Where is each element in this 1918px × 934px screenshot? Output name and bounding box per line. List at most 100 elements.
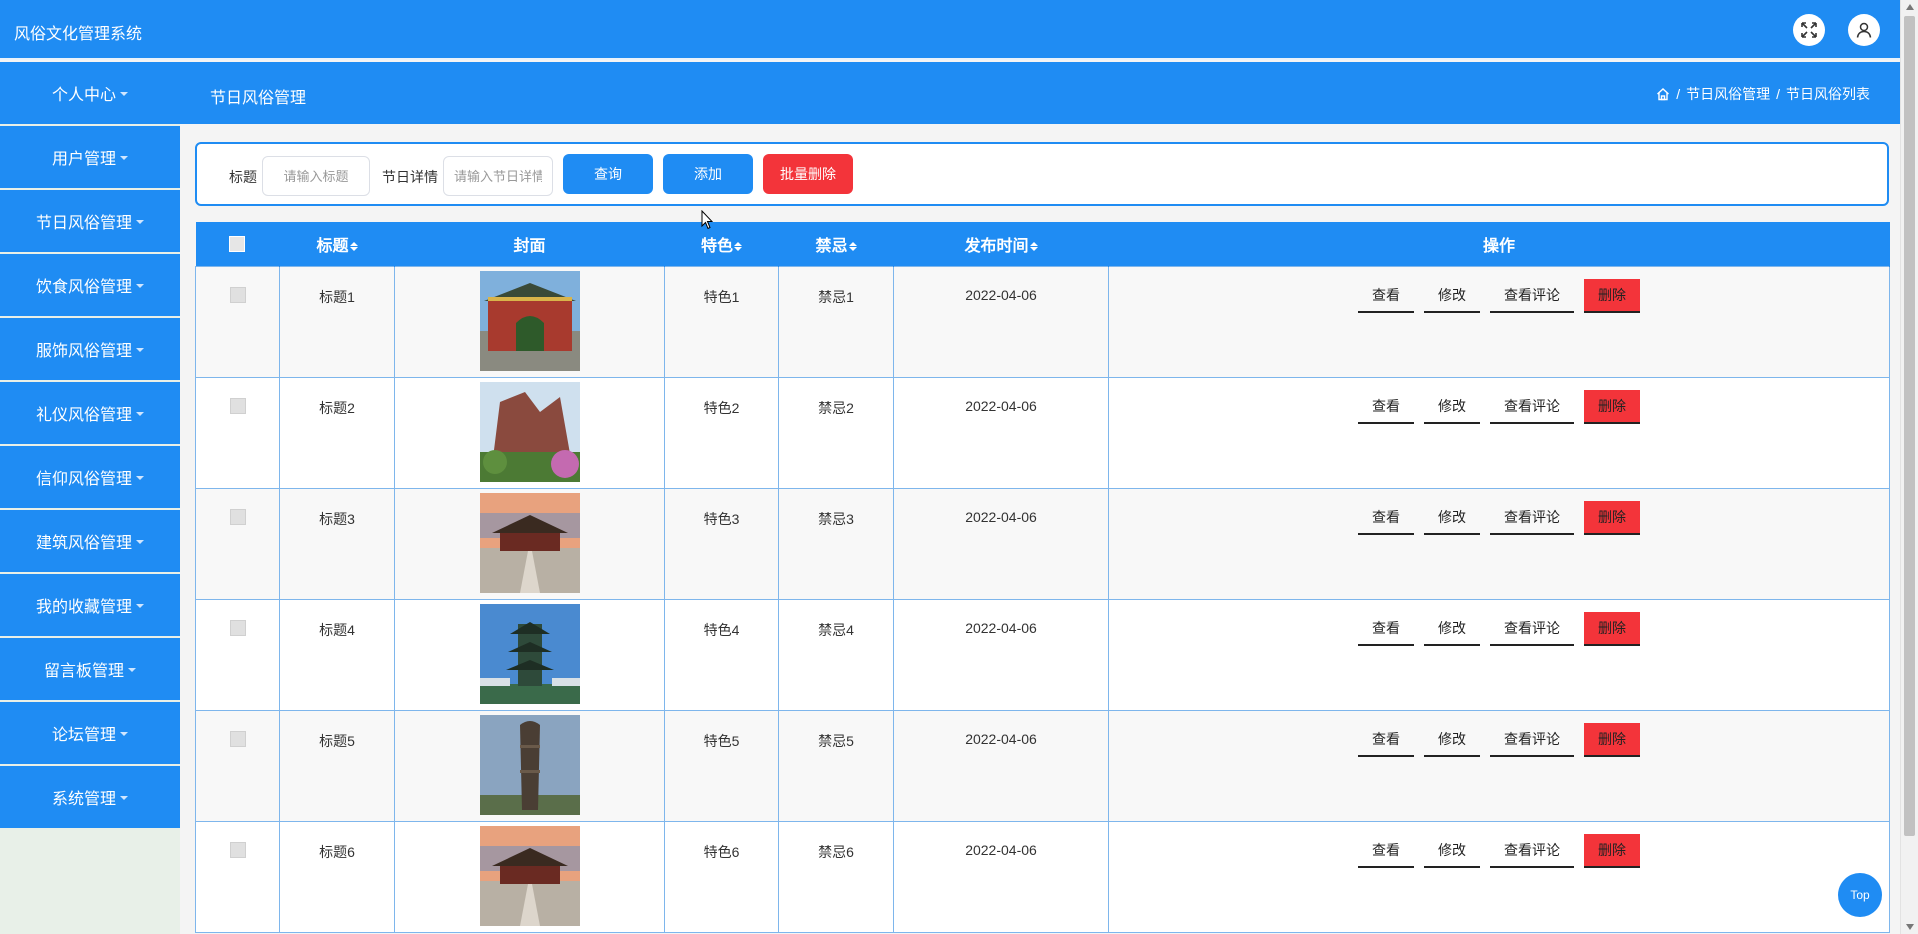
edit-button[interactable]: 修改 — [1424, 611, 1480, 646]
column-header-title[interactable]: 标题 — [279, 222, 395, 266]
sidebar-item-etiquette-customs[interactable]: 礼仪风俗管理 — [0, 382, 180, 444]
scroll-down-icon[interactable] — [1906, 924, 1914, 930]
view-comments-button[interactable]: 查看评论 — [1490, 389, 1574, 424]
sidebar-item-user-management[interactable]: 用户管理 — [0, 126, 180, 188]
sidebar-item-forum[interactable]: 论坛管理 — [0, 702, 180, 764]
cover-cell — [394, 598, 665, 711]
actions-cell: 查看 修改 查看评论 删除 — [1108, 709, 1890, 822]
delete-button[interactable]: 删除 — [1584, 500, 1640, 535]
column-header-label: 发布时间 — [964, 237, 1029, 255]
edit-button[interactable]: 修改 — [1424, 500, 1480, 535]
sidebar-item-belief-customs[interactable]: 信仰风俗管理 — [0, 446, 180, 508]
view-button[interactable]: 查看 — [1358, 722, 1414, 757]
edit-button[interactable]: 修改 — [1424, 278, 1480, 313]
view-comments-button[interactable]: 查看评论 — [1490, 833, 1574, 868]
view-button[interactable]: 查看 — [1358, 833, 1414, 868]
batch-delete-button[interactable]: 批量删除 — [763, 154, 853, 194]
sidebar-item-diet-customs[interactable]: 饮食风俗管理 — [0, 254, 180, 316]
view-comments-button[interactable]: 查看评论 — [1490, 278, 1574, 313]
delete-button[interactable]: 删除 — [1584, 278, 1640, 313]
scrollbar-thumb[interactable] — [1904, 16, 1915, 836]
title-search-input[interactable] — [262, 156, 370, 196]
festival-table: 标题 封面 特色 禁忌 发布时间 操作 标题1 特色1 禁忌1 2022-04-… — [195, 222, 1890, 933]
delete-button[interactable]: 删除 — [1584, 833, 1640, 868]
sidebar-item-label: 节日风俗管理 — [35, 215, 132, 232]
page-scrollbar[interactable] — [1900, 0, 1918, 934]
cover-image[interactable] — [479, 381, 580, 482]
sidebar-item-system[interactable]: 系统管理 — [0, 766, 180, 828]
date-cell: 2022-04-06 — [893, 487, 1109, 600]
edit-button[interactable]: 修改 — [1424, 722, 1480, 757]
view-button[interactable]: 查看 — [1358, 389, 1414, 424]
column-header-actions: 操作 — [1108, 222, 1890, 266]
cover-cell — [394, 709, 665, 822]
sort-icon[interactable] — [349, 242, 358, 252]
cover-image[interactable] — [479, 714, 580, 815]
cover-image[interactable] — [479, 603, 580, 704]
row-select-cell — [195, 709, 280, 822]
search-form: 标题 节日详情 查询 添加 批量删除 — [195, 142, 1889, 206]
chevron-down-icon — [136, 348, 144, 352]
feature-cell: 特色6 — [664, 820, 779, 933]
view-comments-button[interactable]: 查看评论 — [1490, 500, 1574, 535]
feature-cell: 特色3 — [664, 487, 779, 600]
row-checkbox[interactable] — [229, 730, 246, 747]
feature-cell: 特色5 — [664, 709, 779, 822]
title-cell: 标题5 — [279, 709, 395, 822]
view-comments-button[interactable]: 查看评论 — [1490, 722, 1574, 757]
edit-button[interactable]: 修改 — [1424, 389, 1480, 424]
sidebar-item-personal-center[interactable]: 个人中心 — [0, 62, 180, 124]
edit-button[interactable]: 修改 — [1424, 833, 1480, 868]
sidebar-item-architecture-customs[interactable]: 建筑风俗管理 — [0, 510, 180, 572]
breadcrumb-item-festival-customs[interactable]: 节日风俗管理 — [1686, 84, 1770, 104]
fullscreen-icon[interactable] — [1793, 14, 1825, 46]
row-select-cell — [195, 376, 280, 489]
taboo-cell: 禁忌2 — [778, 376, 894, 489]
scroll-up-icon[interactable] — [1906, 4, 1914, 10]
row-checkbox[interactable] — [229, 286, 246, 303]
home-icon[interactable] — [1656, 87, 1670, 101]
chevron-down-icon — [120, 732, 128, 736]
row-checkbox[interactable] — [229, 619, 246, 636]
detail-search-input[interactable] — [443, 156, 553, 196]
sidebar-item-favorites[interactable]: 我的收藏管理 — [0, 574, 180, 636]
select-all-checkbox[interactable] — [229, 235, 246, 252]
sidebar-item-message-board[interactable]: 留言板管理 — [0, 638, 180, 700]
view-button[interactable]: 查看 — [1358, 278, 1414, 313]
add-button[interactable]: 添加 — [663, 154, 753, 194]
row-checkbox[interactable] — [229, 841, 246, 858]
column-header-date[interactable]: 发布时间 — [893, 222, 1109, 266]
cover-cell — [394, 265, 665, 378]
back-to-top-button[interactable]: Top — [1838, 873, 1882, 917]
sort-icon[interactable] — [1029, 242, 1038, 252]
column-header-taboo[interactable]: 禁忌 — [778, 222, 894, 266]
chevron-down-icon — [120, 92, 128, 96]
cover-image[interactable] — [479, 270, 580, 371]
mouse-cursor-icon — [701, 210, 713, 230]
delete-button[interactable]: 删除 — [1584, 611, 1640, 646]
delete-button[interactable]: 删除 — [1584, 389, 1640, 424]
column-header-label: 标题 — [316, 237, 349, 255]
user-icon[interactable] — [1848, 14, 1880, 46]
view-comments-button[interactable]: 查看评论 — [1490, 611, 1574, 646]
view-button[interactable]: 查看 — [1358, 500, 1414, 535]
sort-icon[interactable] — [848, 242, 857, 252]
delete-button[interactable]: 删除 — [1584, 722, 1640, 757]
row-checkbox[interactable] — [229, 397, 246, 414]
cover-image[interactable] — [479, 825, 580, 926]
sidebar-item-clothing-customs[interactable]: 服饰风俗管理 — [0, 318, 180, 380]
cover-image[interactable] — [479, 492, 580, 593]
query-button[interactable]: 查询 — [563, 154, 653, 194]
column-header-feature[interactable]: 特色 — [664, 222, 779, 266]
sidebar-item-festival-customs[interactable]: 节日风俗管理 — [0, 190, 180, 252]
sidebar-item-label: 信仰风俗管理 — [35, 471, 132, 488]
table-row: 标题1 特色1 禁忌1 2022-04-06 查看 修改 查看评论 删除 — [195, 265, 1890, 378]
sidebar-item-label: 服饰风俗管理 — [35, 343, 132, 360]
row-checkbox[interactable] — [229, 508, 246, 525]
row-select-cell — [195, 487, 280, 600]
view-button[interactable]: 查看 — [1358, 611, 1414, 646]
sort-icon[interactable] — [734, 242, 742, 252]
title-cell: 标题2 — [279, 376, 395, 489]
app-title: 风俗文化管理系统 — [14, 26, 143, 43]
date-cell: 2022-04-06 — [893, 376, 1109, 489]
